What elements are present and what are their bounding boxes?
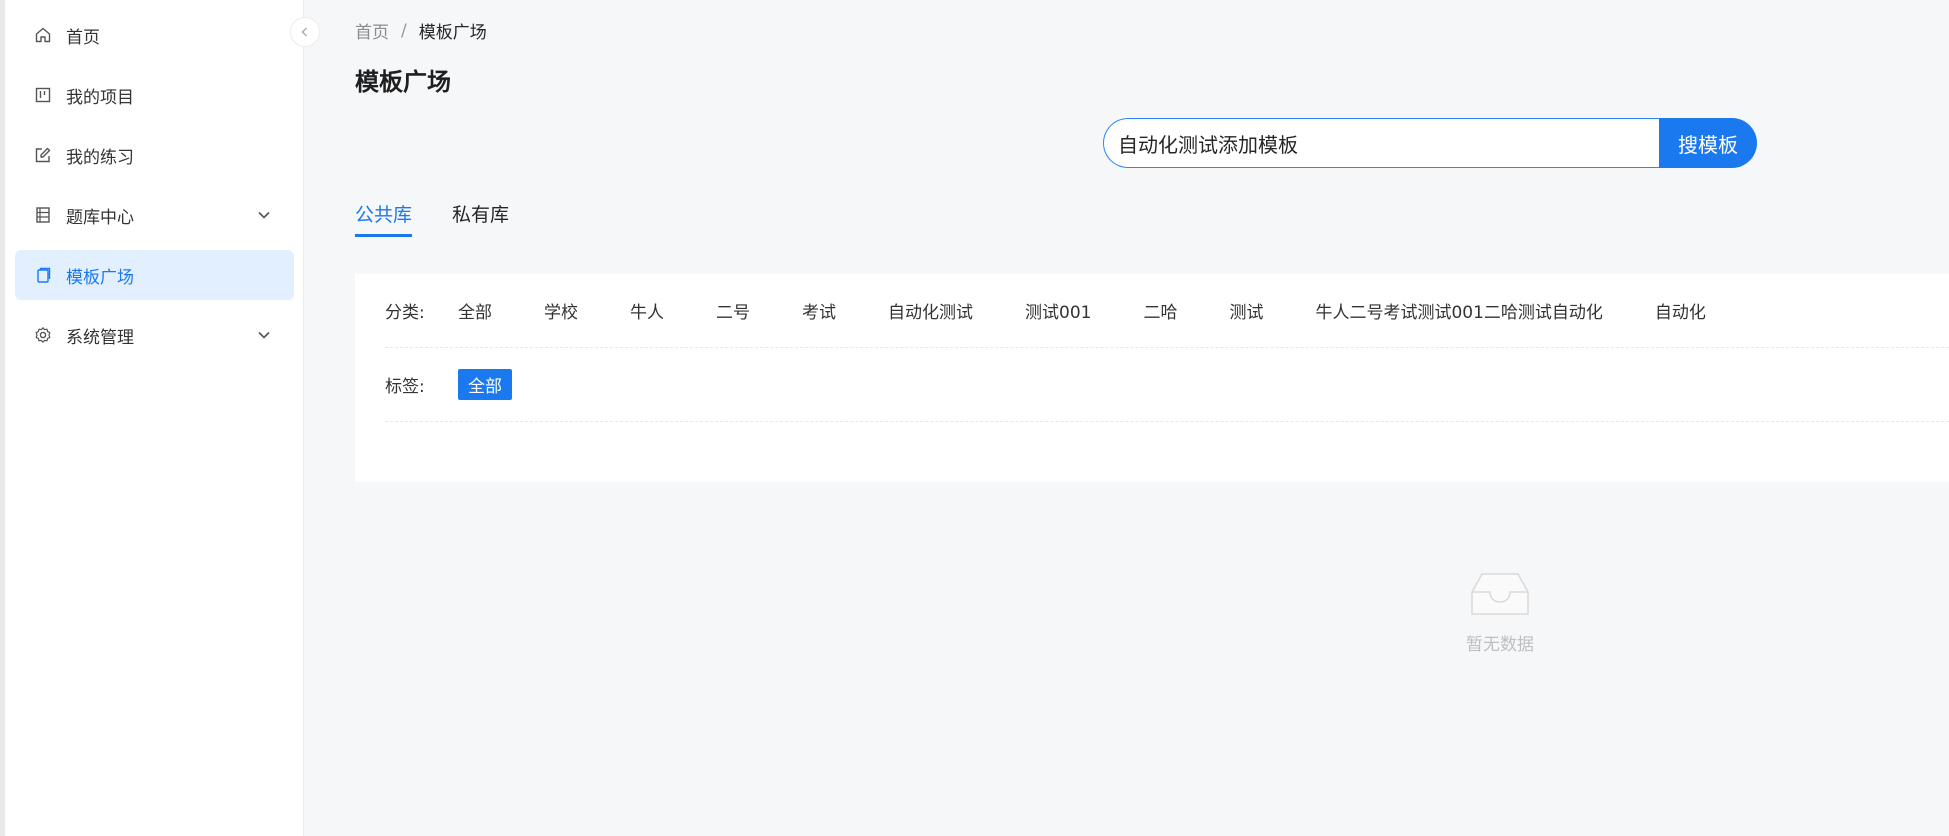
category-list: 全部 学校 牛人 二号 考试 自动化测试 测试001 二哈 测试 牛人二号考试测… <box>458 298 1758 323</box>
sidebar-collapse-button[interactable] <box>290 17 320 47</box>
filter-panel: 分类: 全部 学校 牛人 二号 考试 自动化测试 测试001 二哈 测试 牛人二… <box>355 274 1949 482</box>
gear-icon <box>33 325 53 345</box>
tag-item-all[interactable]: 全部 <box>458 369 512 400</box>
tag-filter-row: 标签: 全部 <box>385 348 1949 422</box>
breadcrumb-current: 模板广场 <box>418 23 487 43</box>
tag-label: 标签: <box>385 377 425 397</box>
home-icon <box>33 25 53 45</box>
empty-state: 暂无数据 <box>1395 570 1605 655</box>
category-item[interactable]: 牛人 <box>630 298 664 323</box>
main-content: 首页 / 模板广场 模板广场 搜模板 公共库 私有库 分类: 全部 学校 牛人 … <box>305 0 1949 836</box>
sidebar-item-label: 系统管理 <box>66 327 134 348</box>
breadcrumb-home[interactable]: 首页 <box>355 18 389 43</box>
tab-public-library[interactable]: 公共库 <box>355 200 413 237</box>
category-filter-row: 分类: 全部 学校 牛人 二号 考试 自动化测试 测试001 二哈 测试 牛人二… <box>385 274 1949 348</box>
category-item[interactable]: 考试 <box>802 298 836 323</box>
edit-icon <box>33 145 53 165</box>
template-icon <box>33 265 53 285</box>
search-button[interactable]: 搜模板 <box>1659 118 1757 168</box>
sidebar-item-practice[interactable]: 我的练习 <box>15 130 294 180</box>
breadcrumb-separator: / <box>401 20 407 41</box>
sidebar-item-label: 题库中心 <box>66 207 134 228</box>
sidebar-item-label: 首页 <box>66 27 100 48</box>
question-bank-icon <box>33 205 53 225</box>
sidebar-item-label: 我的练习 <box>66 147 134 168</box>
chevron-left-icon <box>301 27 307 37</box>
category-item[interactable]: 测试 <box>1229 298 1263 323</box>
category-item[interactable]: 二号 <box>716 298 750 323</box>
breadcrumb: 首页 / 模板广场 <box>355 18 487 44</box>
category-item[interactable]: 二哈 <box>1143 298 1177 323</box>
sidebar-item-system[interactable]: 系统管理 <box>15 310 294 360</box>
sidebar-item-label: 我的项目 <box>66 87 134 108</box>
category-item[interactable]: 测试001 <box>1025 298 1091 323</box>
chevron-down-icon <box>258 331 270 339</box>
sidebar-item-home[interactable]: 首页 <box>15 10 294 60</box>
empty-text: 暂无数据 <box>1466 635 1534 655</box>
sidebar: 首页 我的项目 我的练习 题库中心 模板广场 系统管理 <box>0 0 320 836</box>
sidebar-item-template-plaza[interactable]: 模板广场 <box>15 250 294 300</box>
category-item[interactable]: 学校 <box>544 298 578 323</box>
empty-inbox-icon <box>1471 573 1529 615</box>
category-item[interactable]: 自动化测试 <box>888 298 973 323</box>
tab-private-library[interactable]: 私有库 <box>452 200 509 237</box>
category-item[interactable]: 自动化 <box>1655 298 1706 323</box>
app-root: 首页 我的项目 我的练习 题库中心 模板广场 系统管理 首页 / 模板广场 模板… <box>0 0 1949 836</box>
sidebar-item-projects[interactable]: 我的项目 <box>15 70 294 120</box>
search-bar: 搜模板 <box>1103 118 1757 168</box>
sidebar-item-question-bank[interactable]: 题库中心 <box>15 190 294 240</box>
library-tabs: 公共库 私有库 <box>355 200 509 237</box>
page-title: 模板广场 <box>355 68 451 96</box>
category-item[interactable]: 牛人二号考试测试001二哈测试自动化 <box>1315 298 1602 323</box>
chevron-down-icon <box>258 211 270 219</box>
project-board-icon <box>33 85 53 105</box>
sidebar-item-label: 模板广场 <box>66 267 134 288</box>
category-item[interactable]: 全部 <box>458 298 492 323</box>
search-input[interactable] <box>1103 118 1659 168</box>
category-label: 分类: <box>385 303 425 323</box>
